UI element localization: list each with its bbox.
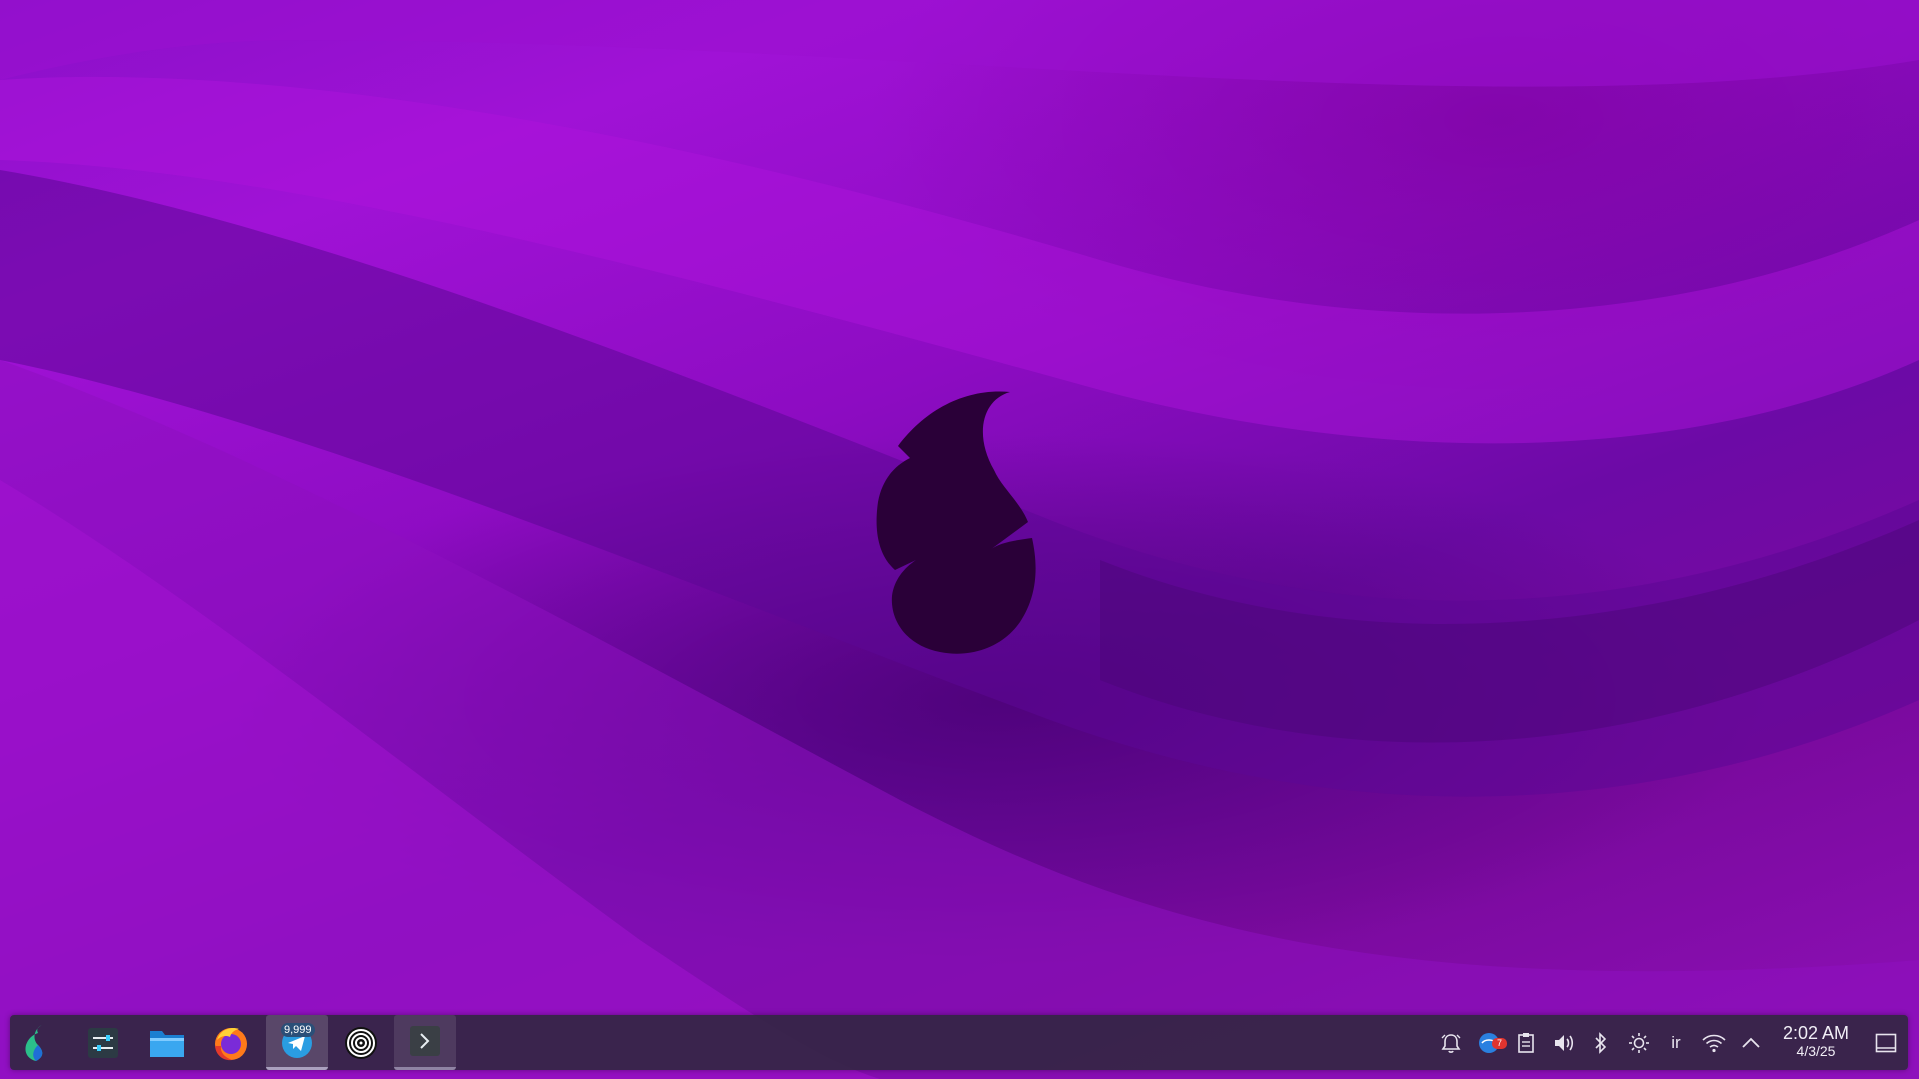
firefox-icon [215,1027,247,1060]
show-desktop-icon [1875,1033,1897,1052]
taskbar-telegram[interactable]: 9,999 [266,1015,328,1070]
telegram-unread-badge: 9,999 [281,1023,315,1037]
taskbar-file-manager[interactable] [136,1015,198,1070]
taskbar: 9,999 7 ir 2:02 AM 4/3/25 [10,1015,1908,1070]
digital-clock[interactable]: 2:02 AM 4/3/25 [1770,1024,1862,1058]
tray-notifier[interactable]: 7 [1473,1015,1507,1070]
taskbar-terminal[interactable] [394,1015,456,1070]
brightness-icon [1629,1032,1649,1053]
file-manager-icon [150,1030,184,1057]
taskbar-target-app[interactable] [330,1015,392,1070]
tray-keyboard-layout[interactable]: ir [1660,1015,1692,1070]
tray-clipboard[interactable] [1510,1015,1542,1070]
taskbar-firefox[interactable] [200,1015,262,1070]
tray-alarm[interactable] [1435,1015,1467,1070]
tray-wifi[interactable] [1698,1015,1730,1070]
alarm-bell-icon [1441,1033,1461,1053]
taskbar-system-settings[interactable] [72,1015,134,1070]
volume-icon [1555,1034,1574,1051]
keyboard-layout-label: ir [1671,1032,1681,1052]
wifi-icon [1702,1034,1726,1052]
tray-volume[interactable] [1548,1015,1580,1070]
expand-tray-icon [1742,1037,1760,1048]
tray-expand[interactable] [1735,1015,1767,1070]
target-app-icon [345,1026,377,1059]
app-launcher-icon [25,1024,43,1061]
wallpaper-flame-logo [876,391,1036,654]
desktop[interactable]: 9,999 7 ir 2:02 AM 4/3/25 [0,0,1919,1079]
clipboard-icon [1518,1032,1534,1053]
clock-date: 4/3/25 [1796,1043,1836,1059]
clock-time: 2:02 AM [1782,1023,1850,1043]
system-settings-icon [88,1027,118,1058]
bluetooth-icon [1595,1031,1607,1054]
tray-brightness[interactable] [1623,1015,1655,1070]
app-launcher-button[interactable] [10,1015,62,1070]
show-desktop-button[interactable] [1870,1015,1902,1070]
notifier-count-badge: 7 [1492,1038,1507,1049]
tray-bluetooth[interactable] [1585,1015,1617,1070]
terminal-icon [410,1026,440,1056]
